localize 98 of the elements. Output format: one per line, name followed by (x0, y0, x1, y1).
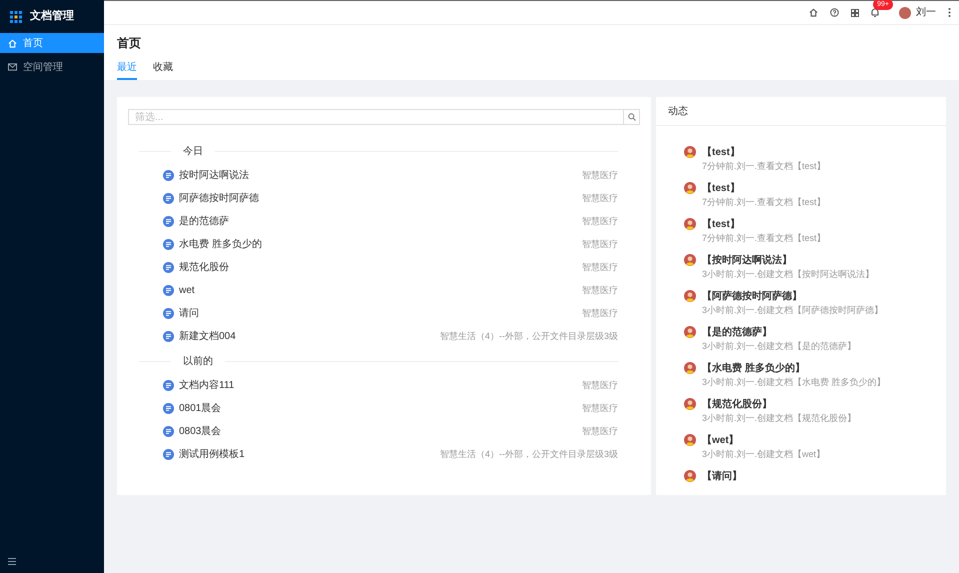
document-row[interactable]: 0801晨会 智慧医疗 (163, 397, 618, 420)
activity-title: 【test】 (702, 182, 741, 195)
document-row[interactable]: 文档内容111 智慧医疗 (163, 374, 618, 397)
document-name: 新建文档004 (179, 330, 237, 344)
avatar-icon (684, 182, 696, 194)
document-name: 0801晨会 (179, 402, 222, 416)
space-name: 智慧医疗 (582, 238, 618, 251)
activity-title: 【是的范德萨】 (702, 326, 773, 339)
activity-title: 【wet】 (702, 434, 740, 447)
document-row[interactable]: 0803晨会 智慧医疗 (163, 420, 618, 443)
activity-detail: 7分钟前.刘一.查看文档【test】 (702, 160, 826, 173)
space-name: 智慧医疗 (582, 402, 618, 415)
user-avatar[interactable] (899, 6, 911, 18)
activity-title: 【阿萨德按时阿萨德】 (702, 290, 803, 303)
activity-detail: 7分钟前.刘一.查看文档【test】 (702, 232, 826, 245)
avatar-icon (684, 326, 696, 338)
document-icon (163, 285, 174, 296)
document-row[interactable]: 按时阿达啊说法 智慧医疗 (163, 164, 618, 187)
space-name: 智慧医疗 (582, 284, 618, 297)
avatar-icon (684, 470, 696, 482)
document-icon (163, 403, 174, 414)
document-name: 是的范德萨 (179, 214, 230, 229)
document-row[interactable]: 水电费 胜多负少的 智慧医疗 (163, 233, 618, 256)
activity-detail: 3小时前.刘一.创建文档【阿萨德按时阿萨德】 (702, 304, 884, 317)
search-icon (628, 113, 636, 121)
space-name: 智慧医疗 (582, 378, 618, 392)
group-heading: 今日 (183, 144, 203, 158)
document-row[interactable]: wet 智慧医疗 (163, 279, 618, 302)
home-icon (8, 38, 17, 48)
avatar-icon (684, 434, 696, 446)
activity-title: 【test】 (702, 218, 741, 231)
bell-icon[interactable] (871, 8, 879, 17)
document-name: 文档内容111 (179, 378, 236, 393)
avatar-icon (684, 398, 696, 410)
document-name: 按时阿达啊说法 (179, 168, 250, 183)
document-icon (163, 262, 174, 273)
document-name: 水电费 胜多负少的 (179, 238, 263, 252)
document-name: 规范化股份 (179, 260, 230, 275)
document-icon (163, 216, 174, 227)
search-button[interactable] (624, 109, 640, 125)
document-row[interactable]: 规范化股份 智慧医疗 (163, 256, 618, 279)
document-row[interactable]: 测试用例模板1 智慧生活（4）--外部，公开文件目录层级3级 (163, 443, 618, 466)
activity-title: 【test】 (702, 146, 741, 159)
activity-detail: 3小时前.刘一.创建文档【按时阿达啊说法】 (702, 268, 874, 281)
space-name: 智慧医疗 (582, 214, 618, 228)
document-icon (163, 449, 174, 460)
space-name: 智慧医疗 (582, 260, 618, 274)
activity-title: 【规范化股份】 (702, 398, 773, 411)
avatar-icon (684, 218, 696, 230)
document-icon (163, 193, 174, 204)
sidebar-item[interactable]: 空间管理 (0, 57, 104, 77)
filter-field[interactable]: 筛选... (128, 109, 624, 125)
activity-title: 【请问】 (702, 470, 742, 483)
space-name: 智慧生活（4）--外部，公开文件目录层级3级 (440, 448, 618, 461)
space-name: 智慧生活（4）--外部，公开文件目录层级3级 (440, 330, 618, 343)
document-name: 请问 (179, 306, 200, 321)
home-icon[interactable] (809, 8, 818, 17)
document-icon (163, 426, 174, 437)
space-name: 智慧医疗 (582, 192, 618, 205)
app-title: 文档管理 (30, 8, 74, 24)
document-icon (163, 239, 174, 250)
document-name: wet (179, 284, 196, 298)
grid-logo-icon (10, 10, 22, 22)
activity-title: 动态 (656, 97, 946, 126)
document-icon (163, 331, 174, 342)
mail-icon (8, 63, 17, 71)
avatar-icon (684, 146, 696, 158)
activity-detail: 3小时前.刘一.创建文档【wet】 (702, 448, 826, 461)
document-icon (163, 380, 174, 391)
help-icon[interactable] (830, 8, 839, 17)
activity-title: 【按时阿达啊说法】 (702, 254, 793, 267)
space-name: 智慧医疗 (582, 168, 618, 182)
document-row[interactable]: 请问 智慧医疗 (163, 302, 618, 325)
document-icon (163, 170, 174, 181)
avatar-icon (684, 290, 696, 302)
document-name: 测试用例模板1 (179, 448, 246, 462)
space-name: 智慧医疗 (582, 424, 618, 438)
menu-icon[interactable] (8, 558, 16, 565)
tab[interactable]: 收藏 (153, 60, 173, 80)
document-icon (163, 308, 174, 319)
group-heading: 以前的 (183, 354, 213, 368)
document-name: 0803晨会 (179, 425, 222, 439)
page-title: 首页 (117, 35, 142, 52)
avatar-icon (684, 254, 696, 266)
document-name: 阿萨德按时阿萨德 (179, 192, 260, 206)
document-row[interactable]: 阿萨德按时阿萨德 智慧医疗 (163, 187, 618, 210)
space-name: 智慧医疗 (582, 306, 618, 320)
activity-detail: 3小时前.刘一.创建文档【规范化股份】 (702, 412, 856, 425)
avatar-icon (684, 362, 696, 374)
activity-detail: 3小时前.刘一.创建文档【水电费 胜多负少的】 (702, 376, 886, 389)
document-row[interactable]: 新建文档004 智慧生活（4）--外部，公开文件目录层级3级 (163, 325, 618, 348)
more-icon[interactable] (948, 8, 951, 17)
document-row[interactable]: 是的范德萨 智慧医疗 (163, 210, 618, 233)
activity-detail: 3小时前.刘一.创建文档【是的范德萨】 (702, 340, 856, 353)
grid-icon[interactable] (851, 8, 859, 16)
user-name[interactable]: 刘一 (916, 5, 936, 20)
activity-title: 【水电费 胜多负少的】 (702, 362, 806, 375)
activity-detail: 7分钟前.刘一.查看文档【test】 (702, 196, 826, 209)
